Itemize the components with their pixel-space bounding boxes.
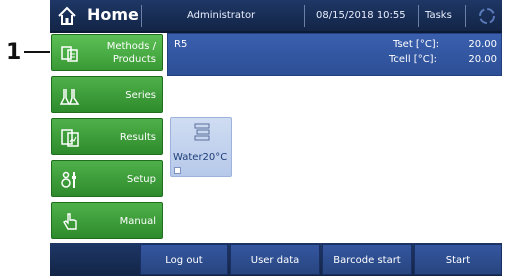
results-icon [61, 129, 79, 147]
barcode-start-button[interactable]: Barcode start [322, 244, 412, 275]
methods-icon [61, 46, 78, 62]
header-divider [465, 5, 466, 27]
sidebar-item-label: Results [119, 132, 156, 143]
header-divider [141, 5, 142, 27]
tset-label: Tset [°C]: [393, 39, 440, 50]
callout-line [24, 51, 52, 53]
tasks-button[interactable]: Tasks [425, 10, 452, 21]
header-bar: Home Administrator 08/15/2018 10:55 Task… [50, 0, 502, 33]
method-tile-label: Water20°C [173, 152, 228, 163]
date-time: 08/15/2018 10:55 [316, 10, 406, 21]
start-button[interactable]: Start [414, 244, 502, 275]
shortcut-arrow-icon [174, 167, 181, 174]
busy-status-icon [479, 8, 495, 24]
method-name: R5 [174, 39, 188, 50]
tset-value: 20.00 [468, 39, 497, 50]
active-method-bar[interactable]: R5 Tset [°C]: 20.00 Tcell [°C]: 20.00 [167, 33, 502, 76]
method-tile[interactable]: Water20°C [170, 117, 232, 177]
sidebar-item-methods-products[interactable]: Methods / Products [51, 34, 163, 71]
sidebar-item-label: Methods / Products [106, 41, 156, 65]
sidebar: Methods / Products Series Results Setup … [50, 33, 163, 243]
instrument-screen: Home Administrator 08/15/2018 10:55 Task… [50, 0, 502, 276]
sidebar-item-setup[interactable]: Setup [51, 160, 163, 197]
header-divider [304, 5, 305, 27]
callout-number: 1 [6, 40, 22, 65]
tcell-value: 20.00 [468, 54, 497, 65]
hand-icon [63, 213, 77, 230]
page-title: Home [87, 5, 139, 24]
user-data-button[interactable]: User data [230, 244, 320, 275]
flask-icon [60, 89, 80, 105]
sidebar-item-label: Setup [126, 174, 156, 185]
sidebar-item-label: Manual [119, 216, 156, 227]
footer-bar: Log out User data Barcode start Start [50, 243, 502, 276]
sidebar-item-label: Series [125, 90, 156, 101]
tcell-label: Tcell [°C]: [389, 54, 437, 65]
method-list-icon [194, 123, 210, 141]
home-icon[interactable] [56, 5, 78, 27]
log-out-button[interactable]: Log out [140, 244, 228, 275]
sidebar-item-manual[interactable]: Manual [51, 202, 163, 239]
sidebar-item-results[interactable]: Results [51, 118, 163, 155]
sidebar-item-series[interactable]: Series [51, 76, 163, 113]
setup-icon [61, 171, 76, 188]
current-user: Administrator [187, 10, 256, 21]
header-divider [418, 5, 419, 27]
